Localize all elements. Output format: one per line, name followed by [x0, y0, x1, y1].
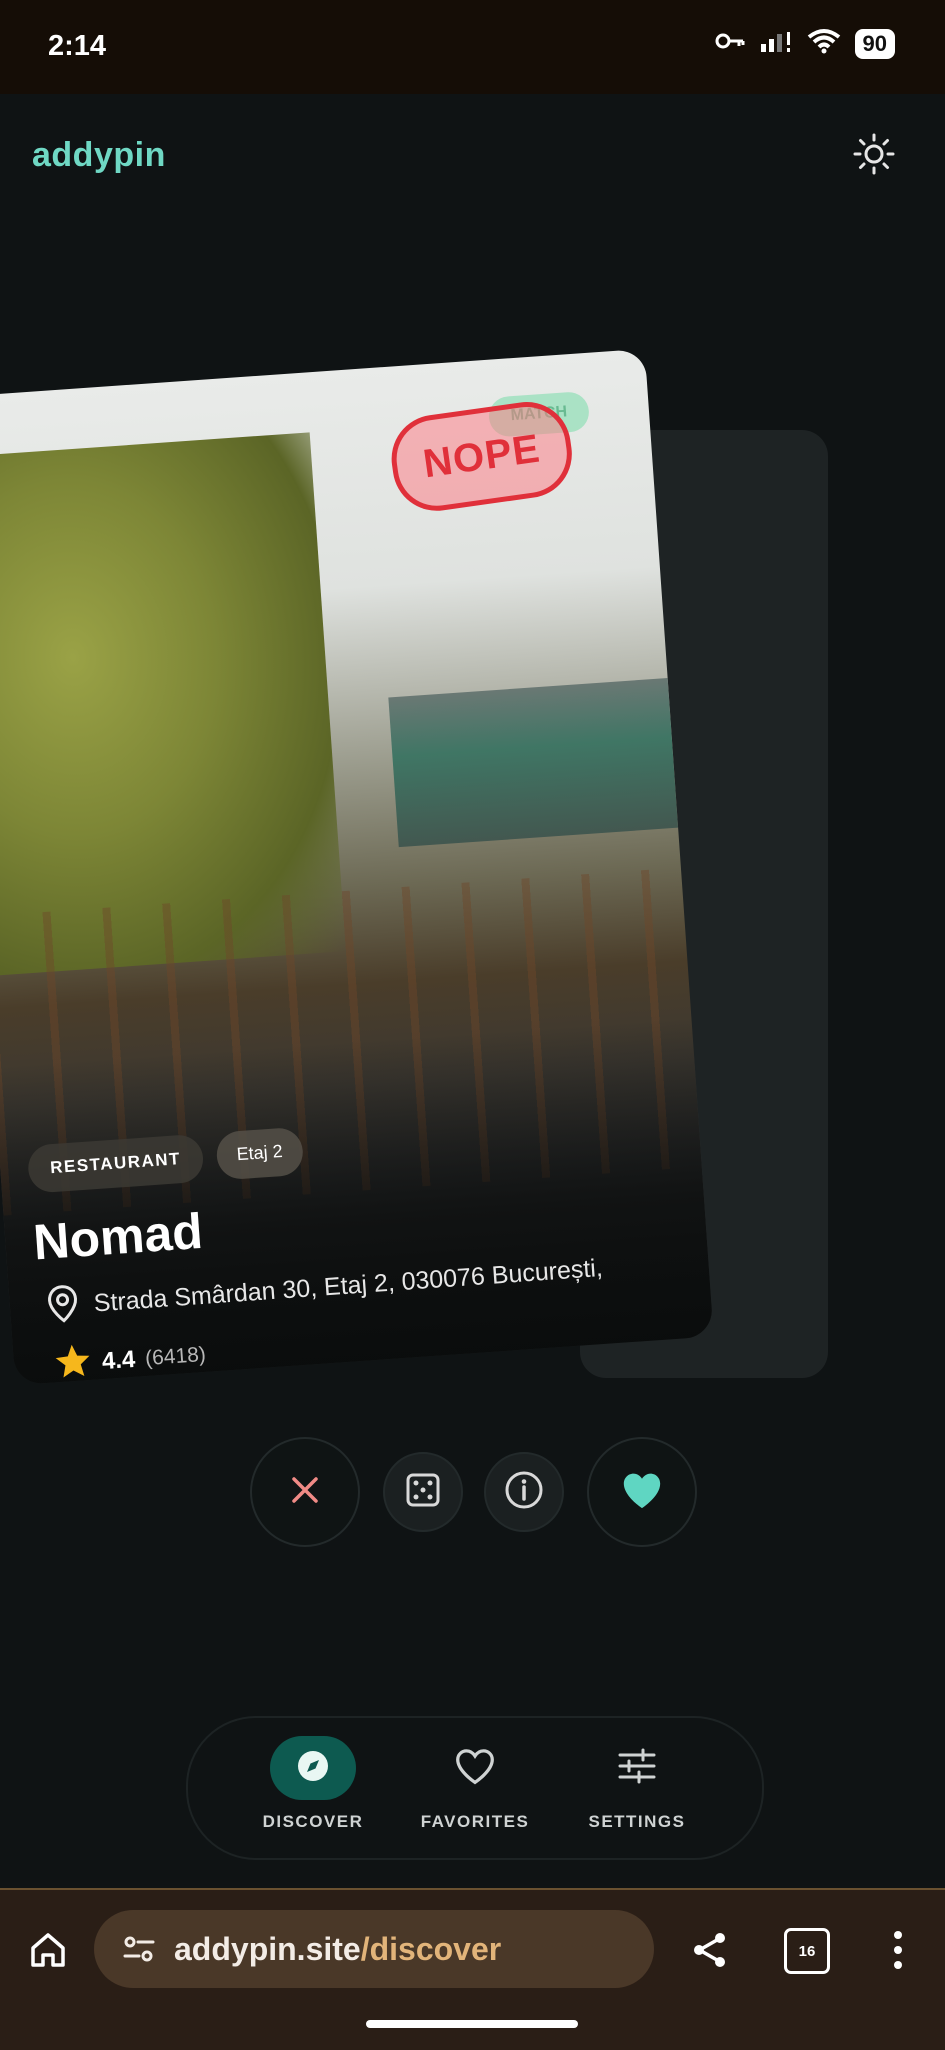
compass-icon [294, 1747, 332, 1790]
nav-label-discover: DISCOVER [262, 1812, 364, 1831]
wifi-icon [807, 28, 841, 59]
place-card[interactable]: MATCH NOPE RESTAURANT Etaj 2 Nomad Strad… [0, 348, 714, 1386]
heart-outline-icon [453, 1746, 497, 1791]
random-button[interactable] [383, 1452, 463, 1532]
review-count: (6418) [144, 1342, 207, 1370]
info-button[interactable] [484, 1452, 564, 1532]
app-logo[interactable]: addypin [32, 136, 166, 175]
url-host: addypin.site [174, 1930, 361, 1967]
nav-label-settings: SETTINGS [588, 1812, 686, 1831]
status-bar: 2:14 90 [0, 0, 945, 94]
browser-home-button[interactable] [22, 1926, 74, 1978]
place-name: Nomad [31, 1202, 205, 1271]
key-icon [715, 31, 745, 56]
card-gradient-overlay [0, 1017, 714, 1386]
close-icon [288, 1473, 322, 1512]
share-icon [690, 1930, 730, 1975]
menu-dot [894, 1961, 902, 1969]
signal-icon [759, 28, 793, 59]
dice-icon [405, 1472, 441, 1513]
nav-item-discover[interactable]: DISCOVER [248, 1736, 378, 1832]
nope-stamp: NOPE [385, 396, 578, 517]
status-icons: 90 [715, 28, 895, 59]
gesture-handle[interactable] [366, 2020, 578, 2028]
star-icon [53, 1342, 94, 1385]
location-pin-icon [44, 1283, 81, 1330]
bottom-nav: DISCOVER FAVORITES SETTINGS [186, 1716, 764, 1860]
nav-active-indicator [270, 1736, 356, 1800]
browser-menu-button[interactable] [880, 1920, 916, 1980]
share-button[interactable] [684, 1926, 736, 1978]
nav-item-favorites[interactable]: FAVORITES [410, 1736, 540, 1832]
url-path: /discover [360, 1930, 502, 1967]
nav-label-favorites: FAVORITES [420, 1812, 530, 1831]
tab-switcher-button[interactable]: 16 [784, 1928, 830, 1974]
menu-dot [894, 1931, 902, 1939]
rating-value: 4.4 [100, 1345, 137, 1375]
card-photo-pavilion [388, 677, 679, 848]
like-button[interactable] [587, 1437, 697, 1547]
nope-button[interactable] [250, 1437, 360, 1547]
site-settings-icon[interactable] [122, 1934, 156, 1964]
sun-icon [852, 132, 896, 181]
floor-tag: Etaj 2 [215, 1126, 305, 1181]
nav-item-settings[interactable]: SETTINGS [572, 1736, 702, 1832]
status-time: 2:14 [48, 30, 107, 62]
menu-dot [894, 1946, 902, 1954]
info-icon [504, 1470, 544, 1515]
sliders-icon [617, 1747, 657, 1790]
heart-icon [620, 1470, 664, 1515]
home-icon [28, 1930, 68, 1975]
url-bar[interactable]: addypin.site/discover [94, 1910, 654, 1988]
battery-icon: 90 [854, 28, 895, 59]
theme-toggle-button[interactable] [848, 130, 900, 182]
